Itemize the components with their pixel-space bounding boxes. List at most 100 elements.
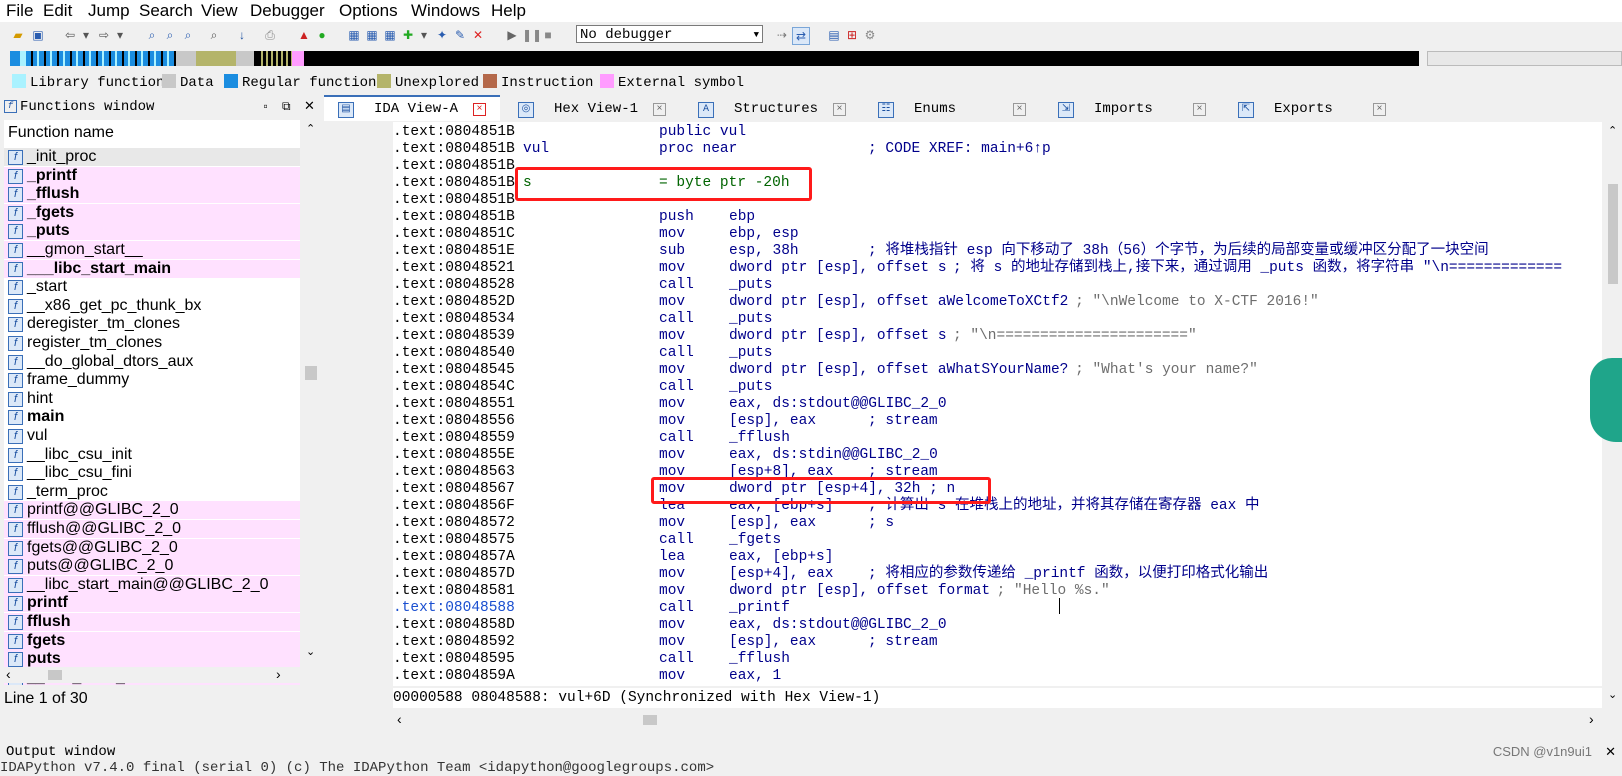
disasm-line[interactable]: .text:08048521 mov dword ptr [esp], offset… bbox=[393, 260, 1602, 277]
scroll-thumb[interactable] bbox=[305, 366, 317, 380]
close-icon[interactable]: ✕ bbox=[304, 97, 315, 117]
function-list-item[interactable]: f vul bbox=[4, 427, 300, 445]
function-list-item[interactable]: f __do_global_dtors_aux bbox=[4, 352, 300, 371]
hierarchy-icon[interactable]: ⊞ bbox=[844, 27, 860, 43]
tab-close-icon[interactable]: × bbox=[1193, 103, 1206, 116]
disasm-line[interactable]: .text:0804857D mov [esp+4], eax ; 将相应的参数传递给… bbox=[393, 566, 1602, 583]
menu-debugger[interactable]: Debugger bbox=[250, 1, 325, 21]
save-icon[interactable]: ▣ bbox=[30, 27, 46, 43]
function-list-item[interactable]: f printf bbox=[4, 594, 300, 613]
function-list-item[interactable]: f printf@@GLIBC_2_0 bbox=[4, 501, 300, 520]
breakpoint-icon[interactable]: ⇢ bbox=[774, 27, 790, 43]
disasm-line[interactable]: .text:08048528 call _puts bbox=[393, 277, 1602, 294]
function-list-item[interactable]: f puts@@GLIBC_2_0 bbox=[4, 557, 300, 576]
restore-icon[interactable]: ▫ bbox=[262, 97, 269, 117]
scroll-thumb[interactable] bbox=[1608, 184, 1618, 284]
disasm-line[interactable]: .text:0804854C call _puts bbox=[393, 379, 1602, 396]
disasm-line[interactable]: .text:08048588 call _printf bbox=[393, 600, 1602, 617]
function-list-item[interactable]: f __libc_csu_init bbox=[4, 445, 300, 464]
back-icon[interactable]: ⇦ bbox=[62, 27, 78, 43]
function-list-item[interactable]: f __libc_start_main@@GLIBC_2_0 bbox=[4, 575, 300, 594]
scroll-up-icon[interactable]: ⌃ bbox=[1608, 124, 1617, 137]
menu-search[interactable]: Search bbox=[139, 1, 193, 21]
pause-icon[interactable]: ❚❚ bbox=[522, 27, 542, 43]
disasm-line[interactable]: .text:0804858D mov eax, ds:stdout@@GLIBC_2… bbox=[393, 617, 1602, 634]
function-list-item[interactable]: f register_tm_clones bbox=[4, 334, 300, 352]
disasm-line[interactable]: .text:08048592 mov [esp], eax ; stream bbox=[393, 634, 1602, 651]
chart-icon[interactable]: ▦ bbox=[346, 27, 362, 43]
disasm-line[interactable]: .text:08048595 call _fflush bbox=[393, 651, 1602, 668]
add-icon[interactable]: ✚ bbox=[400, 27, 416, 43]
function-list-item[interactable]: f fgets bbox=[4, 631, 300, 650]
forward-icon[interactable]: ⇨ bbox=[96, 27, 112, 43]
navigation-band[interactable] bbox=[10, 51, 1419, 66]
tab-close-icon[interactable]: × bbox=[1373, 103, 1386, 116]
menu-options[interactable]: Options bbox=[339, 1, 398, 21]
disasm-line[interactable]: .text:0804852D mov dword ptr [esp], offset… bbox=[393, 294, 1602, 311]
menu-view[interactable]: View bbox=[201, 1, 238, 21]
function-list-item[interactable]: f main bbox=[4, 408, 300, 427]
disasm-line[interactable]: .text:0804859A mov eax, 1 bbox=[393, 668, 1602, 685]
function-list-vscroll[interactable]: ⌃ ⌄ bbox=[302, 120, 320, 685]
function-list-item[interactable]: f frame_dummy bbox=[4, 371, 300, 390]
nav-band-scroll[interactable] bbox=[1427, 51, 1622, 66]
menu-help[interactable]: Help bbox=[491, 1, 526, 21]
scroll-thumb[interactable] bbox=[643, 715, 657, 725]
debug-options-icon[interactable]: ⚙ bbox=[862, 27, 878, 43]
start-debug-icon[interactable]: ▶ bbox=[504, 27, 520, 43]
add-dropdown-icon[interactable]: ▾ bbox=[416, 27, 432, 43]
function-list-item[interactable]: f fflush@@GLIBC_2_0 bbox=[4, 520, 300, 538]
disasm-line[interactable]: .text:0804851B push ebp bbox=[393, 209, 1602, 226]
function-list-item[interactable]: f hint bbox=[4, 389, 300, 408]
function-list-item[interactable]: f _start bbox=[4, 278, 300, 297]
disasm-line[interactable]: .text:08048567 mov dword ptr [esp+4], 32h … bbox=[393, 481, 1602, 498]
menu-jump[interactable]: Jump bbox=[88, 1, 130, 21]
tab-close-icon[interactable]: × bbox=[653, 103, 666, 116]
tab-enums[interactable]: ☷ Enums × bbox=[864, 97, 1040, 121]
function-list-item[interactable]: f _init_proc bbox=[4, 148, 300, 166]
disasm-line[interactable]: .text:0804857A lea eax, [ebp+s] bbox=[393, 549, 1602, 566]
tab-close-icon[interactable]: × bbox=[1013, 103, 1026, 116]
windows-icon[interactable]: ▤ bbox=[826, 27, 842, 43]
search-text-icon[interactable]: ⌕ bbox=[144, 27, 160, 43]
function-list-item[interactable]: f _term_proc bbox=[4, 482, 300, 501]
debugger-select[interactable]: No debugger ▼ bbox=[576, 25, 763, 43]
search-immediate-icon[interactable]: ⌕ bbox=[180, 27, 196, 43]
disasm-line[interactable]: .text:08048551 mov eax, ds:stdout@@GLIBC_2… bbox=[393, 396, 1602, 413]
scroll-right-icon[interactable]: › bbox=[1589, 711, 1594, 727]
chart-2-icon[interactable]: ▦ bbox=[364, 27, 380, 43]
chart-3-icon[interactable]: ▦ bbox=[382, 27, 398, 43]
function-list[interactable]: Function name f _init_proc f _printf f _fflus… bbox=[4, 120, 300, 685]
stop-icon[interactable]: ■ bbox=[540, 27, 556, 43]
back-dropdown-icon[interactable]: ▾ bbox=[78, 27, 94, 43]
function-list-item[interactable]: f ___libc_start_main bbox=[4, 259, 300, 278]
disassembly-hscroll[interactable]: ‹ › bbox=[393, 711, 1602, 728]
function-list-hscroll[interactable]: ‹ › bbox=[4, 666, 320, 683]
scroll-left-icon[interactable]: ‹ bbox=[397, 711, 402, 727]
scroll-up-icon[interactable]: ⌃ bbox=[306, 122, 315, 135]
function-list-item[interactable]: f _fflush bbox=[4, 185, 300, 204]
function-list-item[interactable]: f __libc_csu_fini bbox=[4, 464, 300, 483]
jump-down-icon[interactable]: ↓ bbox=[234, 27, 250, 43]
disasm-line[interactable]: .text:08048539 mov dword ptr [esp], offset… bbox=[393, 328, 1602, 345]
disasm-line[interactable]: .text:08048563 mov [esp+8], eax; stream bbox=[393, 464, 1602, 481]
function-list-item[interactable]: f _printf bbox=[4, 166, 300, 185]
open-icon[interactable]: ▰ bbox=[10, 27, 26, 43]
pin-icon[interactable]: ✦ bbox=[434, 27, 450, 43]
sync-icon[interactable]: ⇄ bbox=[792, 27, 810, 45]
function-list-item[interactable]: f __x86_get_pc_thunk_bx bbox=[4, 296, 300, 315]
function-list-item[interactable]: f puts bbox=[4, 650, 300, 669]
function-list-item[interactable]: f _puts bbox=[4, 222, 300, 241]
function-list-item[interactable]: f _fgets bbox=[4, 203, 300, 222]
print-icon[interactable]: ⎙ bbox=[262, 27, 278, 43]
run-script-icon[interactable]: ● bbox=[314, 27, 330, 43]
graph-icon[interactable]: ▲ bbox=[296, 27, 312, 43]
search-binary-icon[interactable]: ⌕ bbox=[162, 27, 178, 43]
function-list-item[interactable]: f __gmon_start__ bbox=[4, 241, 300, 259]
tab-close-icon[interactable]: × bbox=[473, 103, 486, 116]
disasm-line[interactable]: .text:0804851B vul proc near ; CODE XREF: m… bbox=[393, 141, 1602, 158]
menu-windows[interactable]: Windows bbox=[411, 1, 480, 21]
tab-imports[interactable]: ⇲ Imports × bbox=[1044, 97, 1220, 121]
disasm-line[interactable]: .text:08048575 call _fgets bbox=[393, 532, 1602, 549]
menu-file[interactable]: File bbox=[6, 1, 33, 21]
